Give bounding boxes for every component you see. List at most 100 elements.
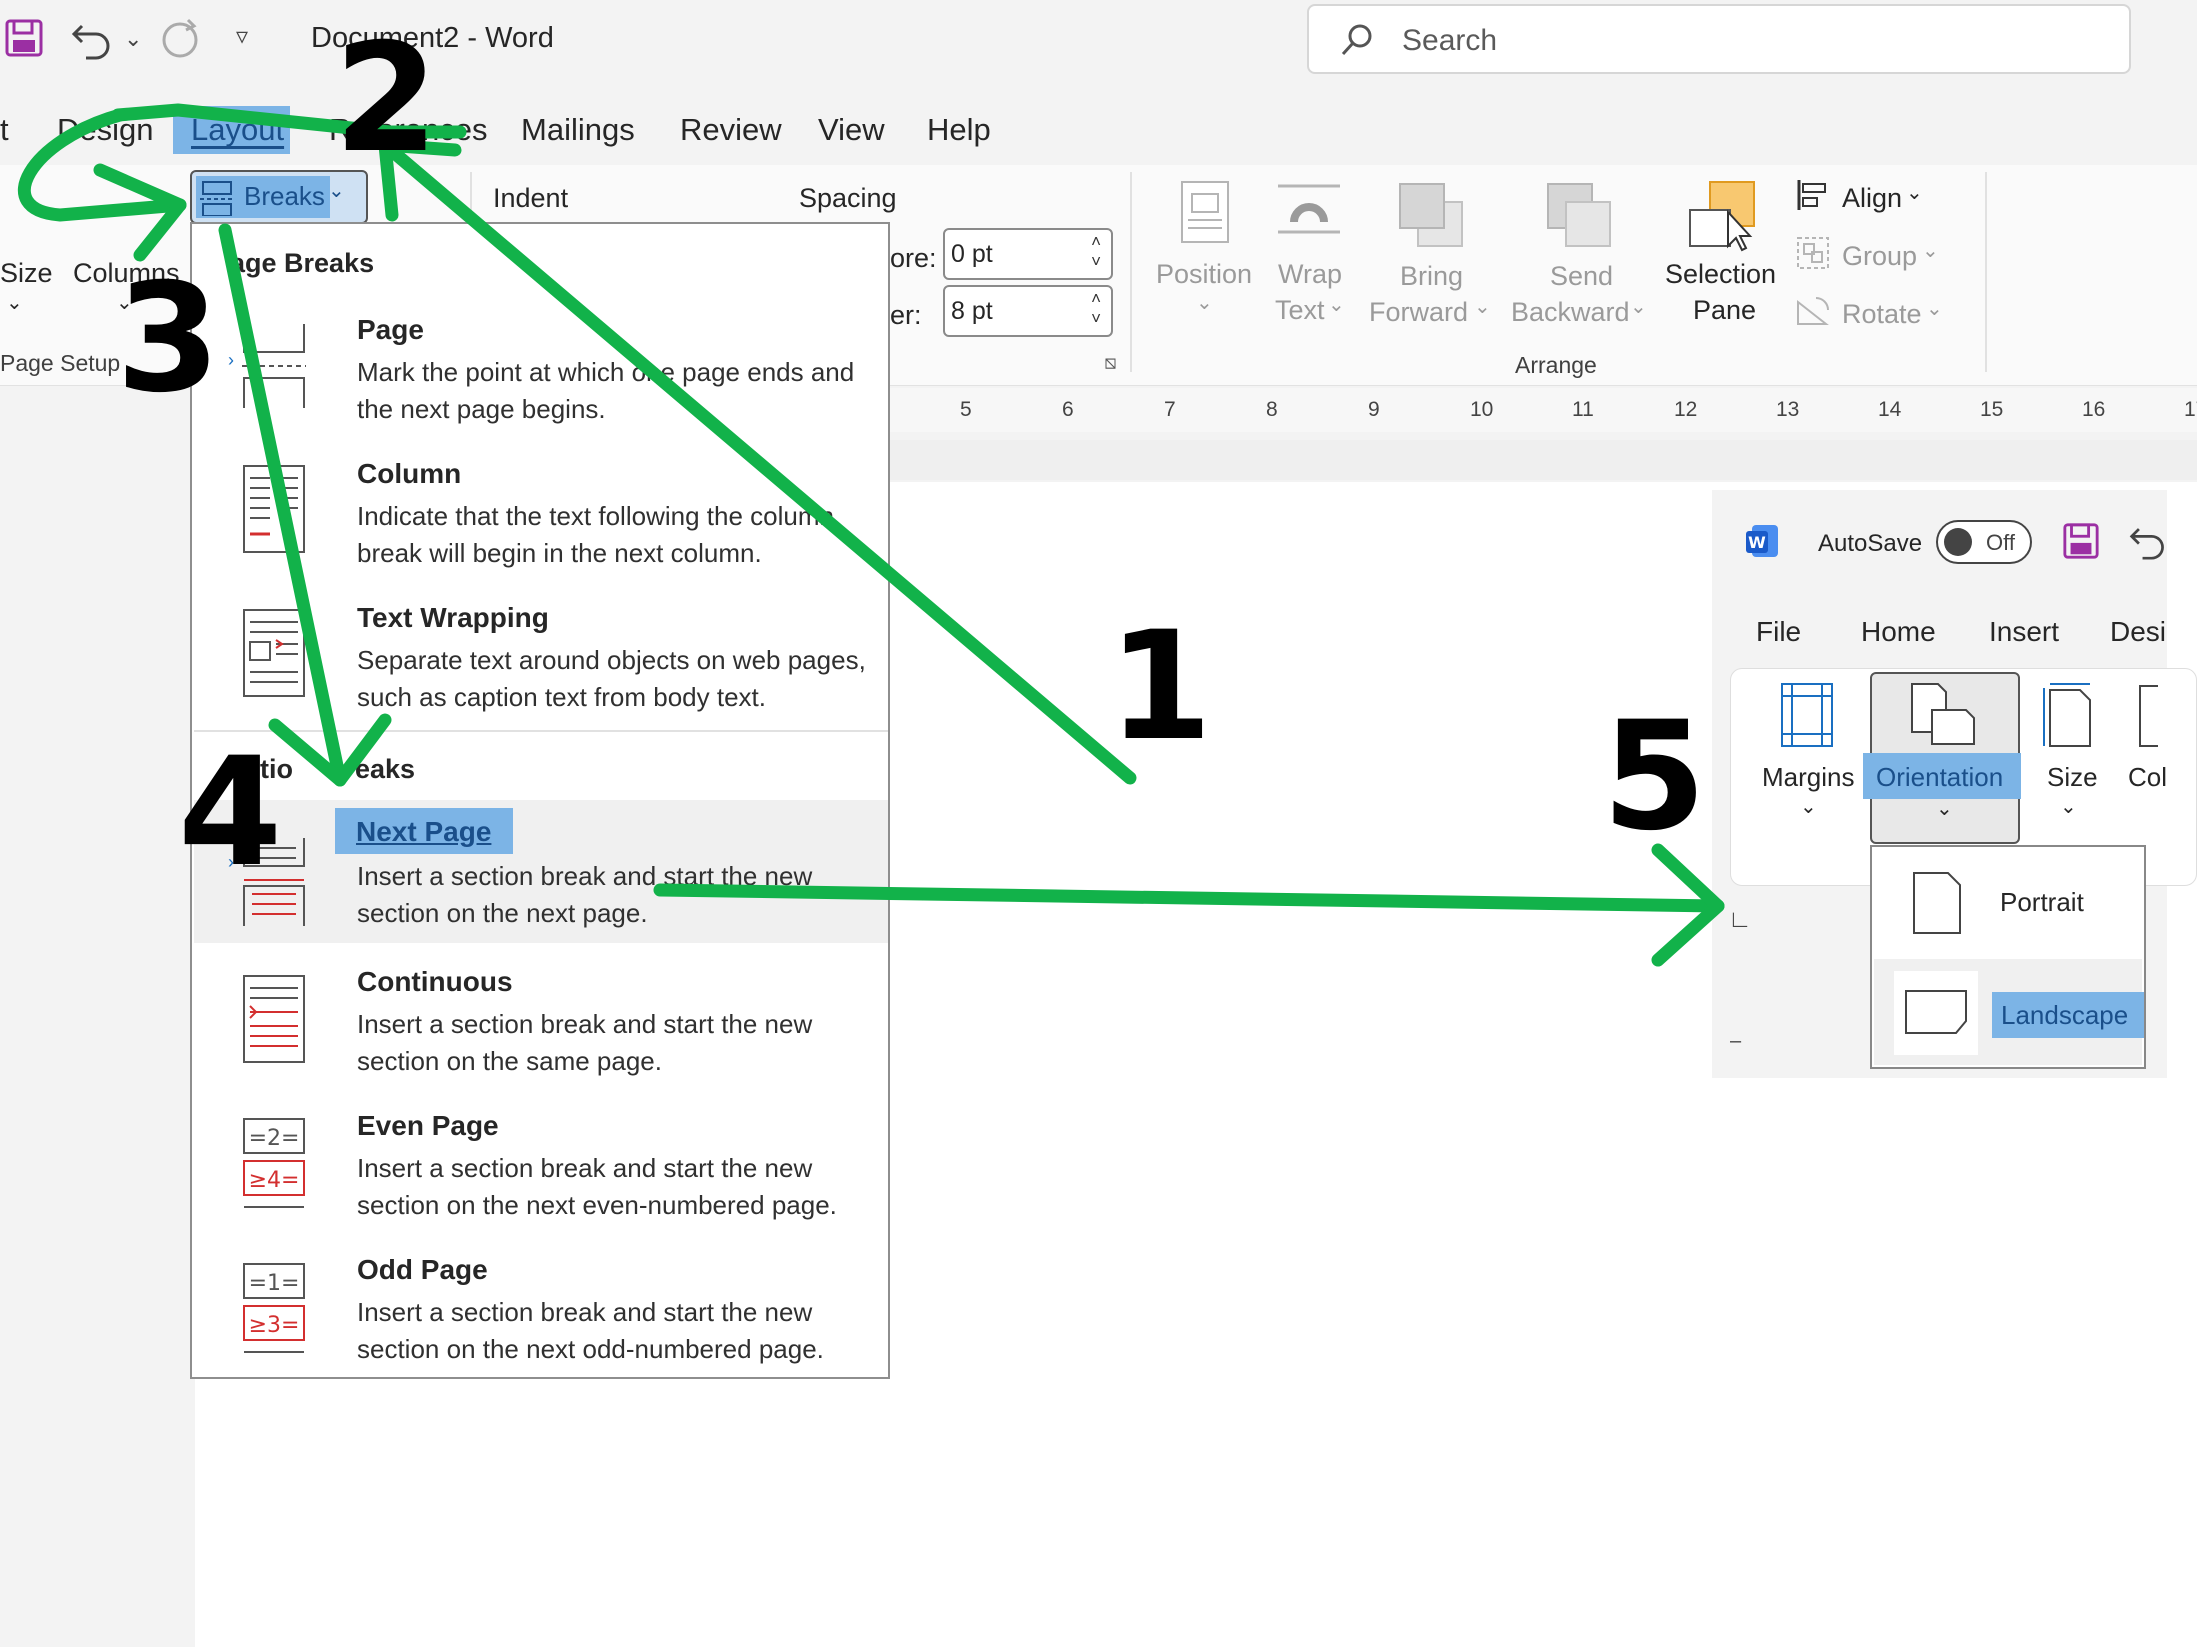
- chevron-down-icon: ⌄: [1474, 296, 1491, 318]
- arrange-group-label: Arrange: [1515, 352, 1597, 378]
- group-icon: [1796, 236, 1830, 275]
- ruler-label: 17: [2184, 398, 2197, 421]
- menu-item-next-page-title[interactable]: Next Page: [356, 816, 491, 848]
- chevron-down-icon: ⌄: [1630, 296, 1647, 318]
- ruler-label: 11: [1572, 398, 1594, 421]
- menu-item-odd-page-desc: Insert a section break and start the new…: [357, 1297, 824, 1364]
- tab-stop-icon: ∟: [1728, 906, 1752, 933]
- menu-item-even-page-desc: Insert a section break and start the new…: [357, 1153, 837, 1220]
- chevron-down-icon: ⌄: [2060, 796, 2077, 818]
- save-icon[interactable]: [2062, 522, 2100, 565]
- word-logo-icon: W: [1744, 523, 1780, 564]
- spin-down-icon[interactable]: ˅: [1091, 309, 1101, 329]
- chevron-down-icon: ⌄: [6, 292, 23, 314]
- group-button[interactable]: Group: [1842, 241, 1917, 272]
- margins-icon: [1780, 682, 1834, 753]
- tab-review[interactable]: Review: [680, 112, 782, 148]
- search-box[interactable]: Search: [1307, 4, 2131, 74]
- align-button[interactable]: Align: [1842, 183, 1902, 214]
- spacing-before-input[interactable]: 0 pt ˄ ˅: [943, 228, 1113, 280]
- size-button[interactable]: Size: [0, 258, 53, 289]
- even-page-break-icon: =2= ≥4=: [242, 1117, 305, 1208]
- ruler-label: 6: [1062, 398, 1074, 421]
- bring-forward-button[interactable]: Bring: [1400, 261, 1463, 292]
- rotate-button[interactable]: Rotate: [1842, 299, 1922, 330]
- menu-item-column-title[interactable]: Column: [357, 458, 461, 490]
- customize-qat-icon[interactable]: ▿: [236, 22, 248, 51]
- divider: [1985, 172, 1987, 372]
- redo-icon[interactable]: [160, 16, 204, 70]
- chevron-right-icon: ›: [228, 350, 234, 370]
- menu-item-odd-page-title[interactable]: Odd Page: [357, 1254, 488, 1286]
- tab-partial[interactable]: t: [0, 112, 9, 148]
- menu-item-even-page-title[interactable]: Even Page: [357, 1110, 499, 1142]
- ruler-label: 5: [960, 398, 972, 421]
- breaks-icon: [200, 180, 234, 221]
- margins-button[interactable]: Margins: [1762, 762, 1854, 793]
- position-button[interactable]: Position: [1156, 259, 1252, 290]
- selection-pane-button[interactable]: Selection: [1665, 259, 1776, 290]
- inset-tab-home[interactable]: Home: [1861, 616, 1936, 648]
- horizontal-ruler[interactable]: 5 6 7 8 9 10 11 12 13 14 15 16 17: [890, 388, 2197, 432]
- title-bar: ⌄ ▿ Document2 - Word Search: [0, 0, 2197, 82]
- menu-item-column-desc: Indicate that the text following the col…: [357, 501, 834, 568]
- spin-up-icon[interactable]: ˄: [1091, 289, 1101, 309]
- chevron-down-icon: ⌄: [1328, 294, 1345, 316]
- selection-pane-label-2: Pane: [1693, 295, 1757, 325]
- chevron-down-icon: ⌄: [1800, 796, 1817, 818]
- ruler-label: 7: [1164, 398, 1176, 421]
- undo-icon[interactable]: [2128, 520, 2168, 565]
- menu-item-text-wrapping-desc: Separate text around objects on web page…: [357, 645, 866, 712]
- bring-forward-icon: [1398, 182, 1464, 253]
- autosave-toggle[interactable]: Off: [1936, 520, 2032, 564]
- inset-tab-design[interactable]: Desi: [2110, 616, 2166, 648]
- spin-down-icon[interactable]: ˅: [1091, 252, 1101, 272]
- page-breaks-header: age Breaks: [230, 248, 375, 278]
- inset-columns-button[interactable]: Col: [2128, 762, 2167, 793]
- orientation-label: Orientation: [1876, 762, 2004, 792]
- ruler-label: 14: [1878, 398, 1902, 421]
- undo-dropdown-icon[interactable]: ⌄: [124, 26, 142, 52]
- tab-layout[interactable]: Layout: [191, 112, 284, 148]
- autosave-label: AutoSave: [1818, 530, 1923, 557]
- send-backward-button[interactable]: Send: [1550, 261, 1613, 292]
- menu-item-text-wrapping-title[interactable]: Text Wrapping: [357, 602, 549, 634]
- dialog-launcher-icon[interactable]: ⧅: [1104, 352, 1117, 375]
- portrait-icon: [1912, 871, 1962, 940]
- svg-text:≥3=: ≥3=: [249, 1313, 300, 1338]
- spacing-after-input[interactable]: 8 pt ˄ ˅: [943, 285, 1113, 337]
- inset-tab-file[interactable]: File: [1756, 616, 1801, 648]
- landscape-option[interactable]: Landscape: [2001, 1000, 2128, 1031]
- step-number-4: 4: [178, 726, 283, 900]
- svg-text:≥4=: ≥4=: [249, 1168, 300, 1193]
- menu-item-continuous-desc: Insert a section break and start the new…: [357, 1009, 813, 1076]
- tab-design[interactable]: Design: [57, 112, 154, 148]
- wrap-text-button[interactable]: Wrap: [1278, 259, 1342, 290]
- svg-text:W: W: [1748, 533, 1766, 552]
- spacing-after-label: er:: [890, 300, 922, 330]
- step-number-2: 2: [334, 12, 439, 186]
- ruler-label: 15: [1980, 398, 2004, 421]
- ruler-label: 8: [1266, 398, 1278, 421]
- size-icon: [2040, 682, 2094, 753]
- inset-tab-insert[interactable]: Insert: [1989, 616, 2059, 648]
- selection-pane-icon: [1688, 180, 1758, 257]
- menu-item-page-title[interactable]: Page: [357, 314, 424, 346]
- save-icon[interactable]: [4, 18, 44, 68]
- breaks-dropdown-menu: age Breaks › Page Mark the point at whic…: [190, 222, 890, 1379]
- step-number-3: 3: [116, 252, 221, 426]
- columns-icon: [2138, 682, 2171, 753]
- tab-help[interactable]: Help: [927, 112, 991, 148]
- chevron-down-icon: ⌄: [1906, 182, 1923, 204]
- portrait-option[interactable]: Portrait: [2000, 887, 2084, 918]
- column-break-icon: [242, 464, 305, 553]
- tab-mailings[interactable]: Mailings: [521, 112, 635, 148]
- tab-view[interactable]: View: [818, 112, 885, 148]
- chevron-down-icon: ⌄: [1936, 798, 1953, 820]
- menu-item-continuous-title[interactable]: Continuous: [357, 966, 513, 998]
- continuous-break-icon: [242, 974, 305, 1063]
- spin-up-icon[interactable]: ˄: [1091, 232, 1101, 252]
- undo-icon[interactable]: [70, 16, 114, 70]
- inset-size-button[interactable]: Size: [2047, 762, 2098, 793]
- spacing-after-value: 8 pt: [951, 297, 993, 325]
